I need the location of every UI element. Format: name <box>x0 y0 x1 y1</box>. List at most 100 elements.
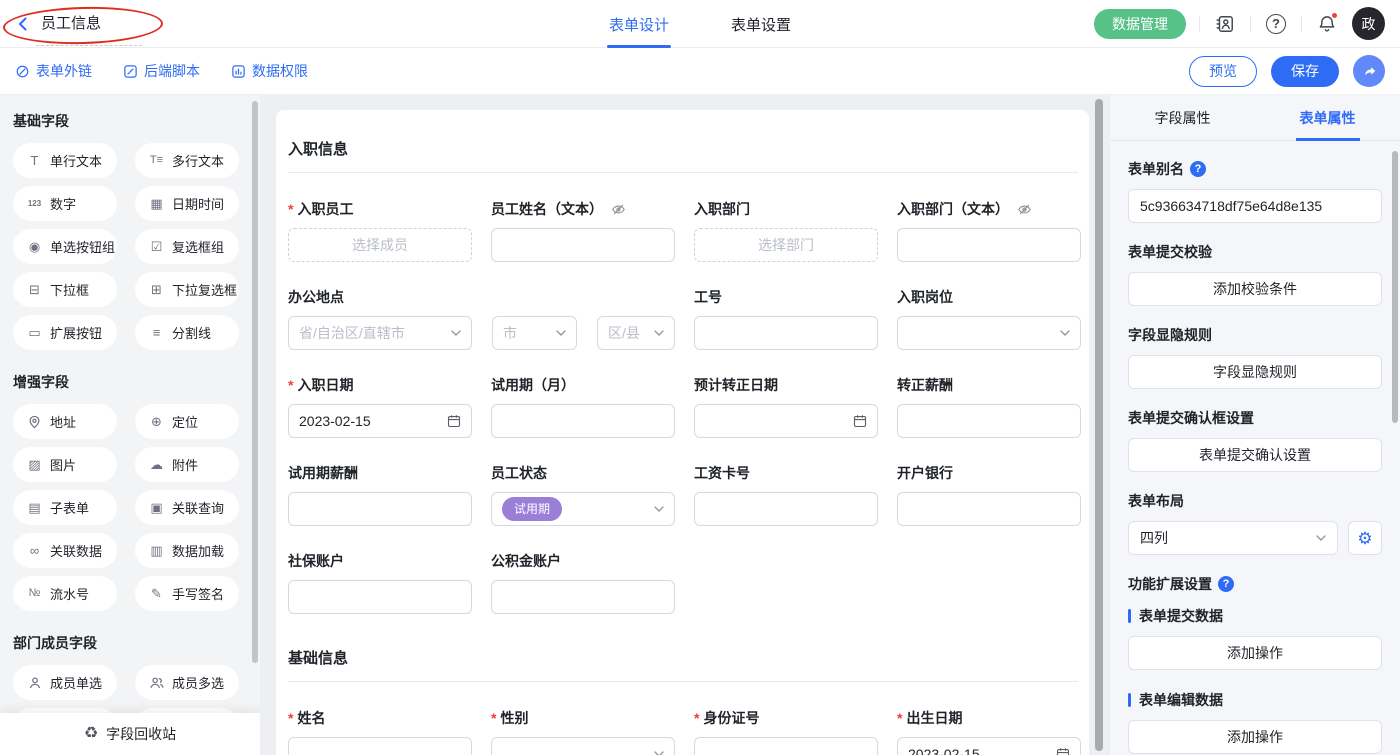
panel-scrollbar[interactable] <box>1392 151 1398 423</box>
hire-dept-picker[interactable]: 选择部门 <box>694 228 878 262</box>
notification-dot <box>1331 12 1338 19</box>
work-no-input[interactable] <box>694 316 878 350</box>
save-button[interactable]: 保存 <box>1271 56 1339 87</box>
preview-button[interactable]: 预览 <box>1189 56 1257 87</box>
help-icon[interactable]: ? <box>1218 576 1234 592</box>
form-title[interactable]: 员工信息 <box>41 12 101 35</box>
help-icon[interactable]: ? <box>1190 161 1206 177</box>
hire-dept-text-input[interactable] <box>897 228 1081 262</box>
sidebar-item-location[interactable]: ⊕定位 <box>135 404 239 439</box>
tab-form-settings[interactable]: 表单设置 <box>731 0 791 48</box>
form-alias-label-row: 表单别名 ? <box>1128 159 1382 179</box>
data-permission-link[interactable]: 数据权限 <box>231 61 308 81</box>
sidebar-item-multi-line-text[interactable]: T≡多行文本 <box>135 143 239 178</box>
form-external-link[interactable]: 表单外链 <box>15 61 92 81</box>
sidebar-item-serial-number[interactable]: №流水号 <box>13 576 117 611</box>
form-layout-select[interactable]: 四列 <box>1128 521 1338 555</box>
salary-card-input[interactable] <box>694 492 878 526</box>
submit-data-add-action-button[interactable]: 添加操作 <box>1128 636 1382 670</box>
eye-off-icon <box>1017 202 1032 217</box>
edit-data-label: 表单编辑数据 <box>1139 690 1223 710</box>
probation-salary-input[interactable] <box>288 492 472 526</box>
bank-input[interactable] <box>897 492 1081 526</box>
tab-form-design[interactable]: 表单设计 <box>609 0 669 48</box>
sidebar-item-relation-query[interactable]: ▣关联查询 <box>135 490 239 525</box>
contact-book-icon[interactable] <box>1213 12 1237 36</box>
employee-name-text-input[interactable] <box>491 228 675 262</box>
add-check-condition-button[interactable]: 添加校验条件 <box>1128 272 1382 306</box>
district-select[interactable]: 区/县 <box>597 316 675 350</box>
form-alias-input[interactable] <box>1128 189 1382 223</box>
notification-bell-icon[interactable] <box>1315 12 1339 36</box>
sidebar-item-divider[interactable]: ≡分割线 <box>135 315 239 350</box>
sidebar-item-member-multi[interactable]: 成员多选 <box>135 665 239 700</box>
sidebar-item-sub-form[interactable]: ▤子表单 <box>13 490 117 525</box>
employee-status-select[interactable]: 试用期 <box>491 492 675 526</box>
provident-fund-input[interactable] <box>491 580 675 614</box>
sidebar-item-data-load[interactable]: ▥数据加载 <box>135 533 239 568</box>
sidebar-item-datetime[interactable]: ▦日期时间 <box>135 186 239 221</box>
sidebar-item-attachment[interactable]: ☁附件 <box>135 447 239 482</box>
sidebar-item-image[interactable]: ▨ 图片 <box>13 447 117 482</box>
hire-employee-member-picker[interactable]: 选择成员 <box>288 228 472 262</box>
title-edit-underline <box>36 45 142 46</box>
gender-select[interactable] <box>491 737 675 755</box>
hire-post-select[interactable] <box>897 316 1081 350</box>
help-icon[interactable]: ? <box>1264 12 1288 36</box>
back-icon[interactable] <box>14 15 32 33</box>
sidebar-item-single-line-text[interactable]: T单行文本 <box>13 143 117 178</box>
field-office-location: 办公地点 省/自治区/直辖市 市 区/县 <box>288 287 675 350</box>
data-manage-button[interactable]: 数据管理 <box>1094 9 1186 39</box>
toolbar-link-label: 表单外链 <box>36 61 92 81</box>
sidebar-item-label: 图片 <box>50 455 76 474</box>
sidebar-item-checkbox-group[interactable]: ☑复选框组 <box>135 229 239 264</box>
field-label: 入职日期 <box>297 375 353 395</box>
share-button[interactable] <box>1353 55 1385 87</box>
sidebar-item-label: 成员多选 <box>172 673 224 692</box>
city-select[interactable]: 市 <box>492 316 577 350</box>
field-label: 办公地点 <box>288 287 344 307</box>
tab-form-properties[interactable]: 表单属性 <box>1255 95 1400 140</box>
sidebar-item-label: 子表单 <box>50 498 89 517</box>
placeholder-text: 省/自治区/直辖市 <box>299 323 405 343</box>
sidebar-item-member-single[interactable]: 成员单选 <box>13 665 117 700</box>
visibility-rules-button[interactable]: 字段显隐规则 <box>1128 355 1382 389</box>
field-recycle-bin[interactable]: ♻ 字段回收站 <box>0 713 260 755</box>
field-hire-date: *入职日期 2023-02-15 <box>288 375 472 438</box>
sidebar-item-extend-button[interactable]: ▭扩展按钮 <box>13 315 117 350</box>
image-icon: ▨ <box>26 458 43 471</box>
sidebar-item-signature[interactable]: ✎手写签名 <box>135 576 239 611</box>
sidebar-item-radio-group[interactable]: ◉单选按钮组 <box>13 229 117 264</box>
birth-date-input[interactable]: 2023-02-15 <box>897 737 1081 755</box>
sidebar-item-select[interactable]: ⊟下拉框 <box>13 272 117 307</box>
probation-months-input[interactable] <box>491 404 675 438</box>
hire-date-input[interactable]: 2023-02-15 <box>288 404 472 438</box>
sidebar-item-relation-data[interactable]: ∞关联数据 <box>13 533 117 568</box>
user-avatar[interactable]: 政 <box>1352 7 1385 40</box>
field-label: 员工状态 <box>491 463 547 483</box>
field-regular-salary: 转正薪酬 <box>897 375 1081 438</box>
sidebar-item-multi-select[interactable]: ⊞下拉复选框 <box>135 272 239 307</box>
social-security-input[interactable] <box>288 580 472 614</box>
canvas-scrollbar[interactable] <box>1095 99 1103 751</box>
back-group: 员工信息 <box>14 12 101 35</box>
submit-confirm-button[interactable]: 表单提交确认设置 <box>1128 438 1382 472</box>
expected-regular-date-input[interactable] <box>694 404 878 438</box>
edit-data-add-action-button[interactable]: 添加操作 <box>1128 720 1382 754</box>
backend-script-link[interactable]: 后端脚本 <box>123 61 200 81</box>
sidebar-item-address[interactable]: 地址 <box>13 404 117 439</box>
sidebar-item-number[interactable]: 123数字 <box>13 186 117 221</box>
calendar-icon <box>1056 747 1070 755</box>
sidebar-item-label: 扩展按钮 <box>50 323 102 342</box>
section-title-onboarding: 入职信息 <box>288 130 1078 172</box>
sidebar-scrollbar[interactable] <box>252 101 258 663</box>
layout-settings-button[interactable]: ⚙ <box>1348 521 1382 555</box>
link-icon <box>15 64 30 79</box>
tab-field-properties[interactable]: 字段属性 <box>1110 95 1255 140</box>
name-input[interactable] <box>288 737 472 755</box>
regular-salary-input[interactable] <box>897 404 1081 438</box>
id-number-input[interactable] <box>694 737 878 755</box>
placeholder-text: 区/县 <box>608 323 640 343</box>
form-card: 入职信息 *入职员工 选择成员 员工姓名（文本） 入职部门 选 <box>276 110 1089 755</box>
province-select[interactable]: 省/自治区/直辖市 <box>288 316 472 350</box>
